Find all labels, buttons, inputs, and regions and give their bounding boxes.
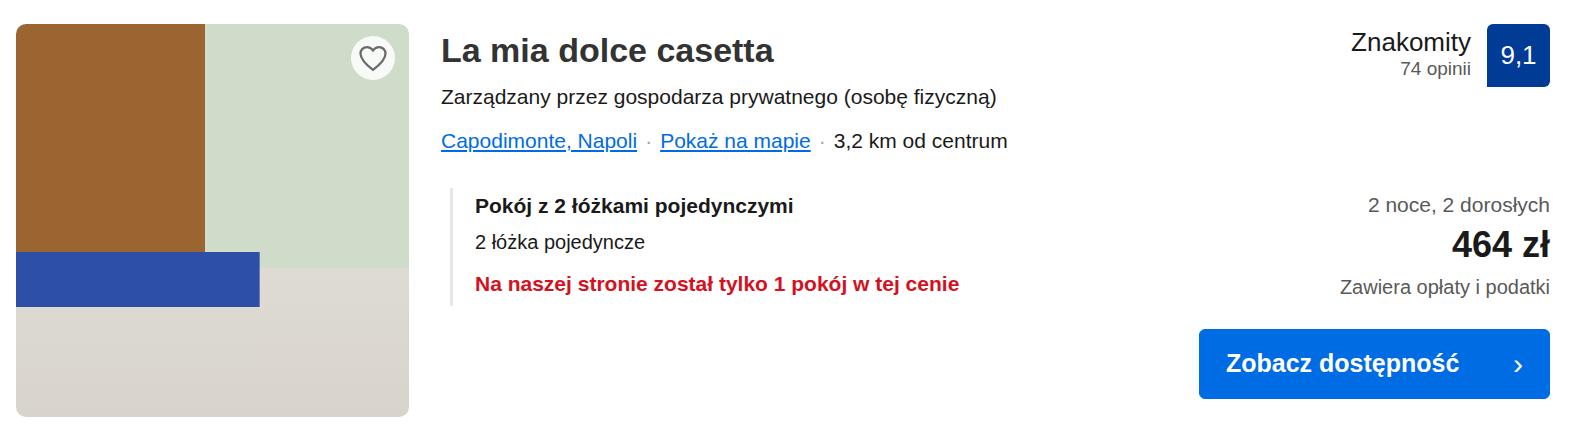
location-link[interactable]: Capodimonte, Napoli (441, 127, 637, 155)
separator: · (819, 127, 826, 155)
heart-icon[interactable] (358, 44, 388, 72)
rating-label: Znakomity (1351, 27, 1471, 58)
button-label: Zobacz dostępność (1226, 345, 1459, 383)
room-beds: 2 łóżka pojedyncze (475, 228, 959, 256)
listing-photo[interactable] (16, 24, 409, 417)
score-badge: 9,1 (1487, 24, 1550, 87)
price-amount: 464 zł (1199, 223, 1550, 267)
map-link[interactable]: Pokaż na mapie (660, 127, 811, 155)
separator: · (645, 127, 652, 155)
availability-alert: Na naszej stronie został tylko 1 pokój w… (475, 270, 959, 298)
listing-card: La mia dolce casetta Zarządzany przez go… (0, 0, 1594, 442)
price-block: 2 noce, 2 dorosłych 464 zł Zawiera opłat… (1199, 191, 1550, 399)
rating[interactable]: Znakomity 74 opinii 9,1 (1351, 24, 1550, 87)
host-info: Zarządzany przez gospodarza prywatnego (… (441, 83, 1008, 111)
availability-button[interactable]: Zobacz dostępność › (1199, 329, 1550, 399)
listing-title[interactable]: La mia dolce casetta (441, 30, 1008, 71)
favorite-button[interactable] (351, 36, 395, 80)
stay-info: 2 noce, 2 dorosłych (1199, 191, 1550, 219)
review-count: 74 opinii (1351, 58, 1471, 81)
price-note: Zawiera opłaty i podatki (1199, 273, 1550, 301)
chevron-icon: › (1513, 349, 1523, 379)
distance: 3,2 km od centrum (834, 127, 1008, 155)
room-info: Pokój z 2 łóżkami pojedynczymi 2 łóżka p… (450, 188, 959, 306)
room-name: Pokój z 2 łóżkami pojedynczymi (475, 192, 959, 220)
